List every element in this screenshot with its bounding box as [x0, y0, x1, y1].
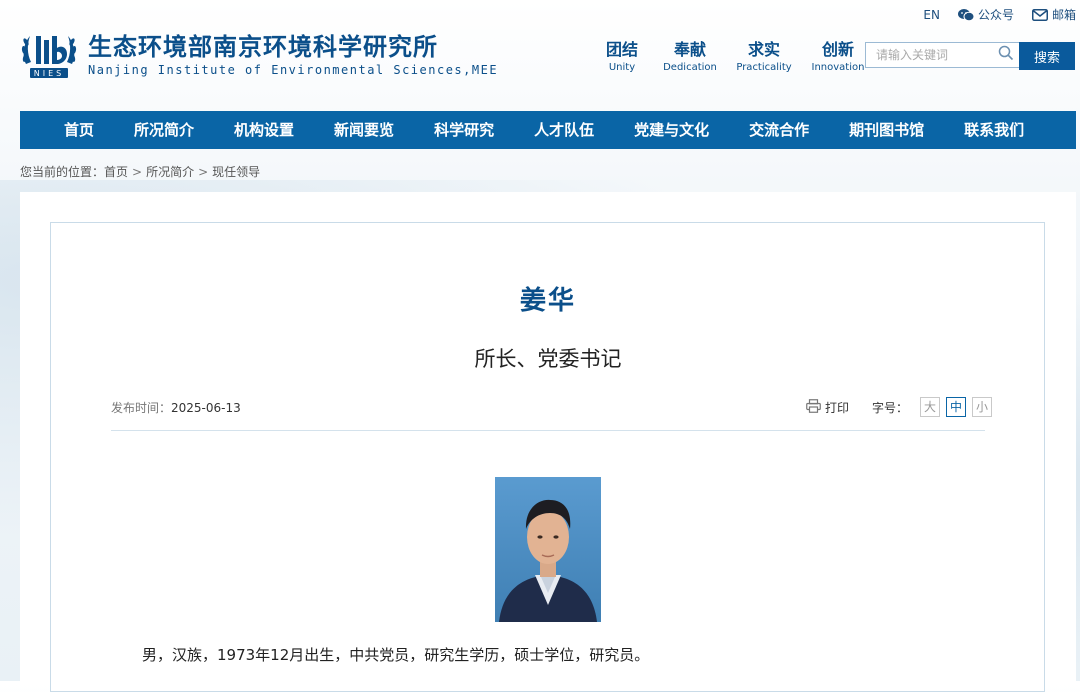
value-cn: 团结 [605, 40, 638, 59]
search-input[interactable] [874, 47, 998, 63]
font-size-control: 字号： 大 中 小 [872, 397, 993, 417]
value-innovation: 创新 Innovation [807, 40, 869, 73]
article-subtitle: 所长、党委书记 [474, 347, 622, 371]
search-icon[interactable] [998, 45, 1014, 65]
value-en: Unity [608, 62, 636, 73]
main-nav: 首页 所况简介 机构设置 新闻要览 科学研究 人才队伍 党建与文化 交流合作 期… [20, 111, 1076, 149]
print-label: 打印 [825, 401, 850, 415]
breadcrumb: 您当前的位置：首页 > 所况简介 > 现任领导 [20, 163, 260, 180]
mail-link[interactable]: 邮箱 [1031, 6, 1076, 23]
breadcrumb-current[interactable]: 现任领导 [212, 165, 260, 179]
search-box [865, 42, 1019, 68]
breadcrumb-home[interactable]: 首页 [104, 165, 128, 179]
mail-icon [1031, 8, 1048, 21]
nies-logo-icon: NIES [20, 30, 78, 80]
wechat-link[interactable]: 公众号 [957, 6, 1014, 23]
wechat-label: 公众号 [977, 8, 1014, 22]
breadcrumb-separator: > [132, 165, 143, 179]
site-title-en: Nanjing Institute of Environmental Scien… [88, 63, 499, 77]
nav-talent[interactable]: 人才队伍 [514, 111, 614, 149]
nav-research[interactable]: 科学研究 [414, 111, 514, 149]
font-size-label: 字号： [872, 400, 909, 415]
print-button[interactable]: 打印 [806, 399, 849, 416]
wechat-icon [957, 8, 974, 22]
value-cn: 奉献 [673, 40, 706, 59]
top-utility-bar: EN 公众号 邮箱 [923, 6, 1076, 23]
breadcrumb-separator: > [198, 165, 209, 179]
value-cn: 创新 [821, 40, 854, 59]
value-en: Dedication [663, 62, 717, 73]
breadcrumb-about[interactable]: 所况简介 [146, 165, 194, 179]
publish-label: 发布时间： [111, 401, 172, 415]
divider [111, 430, 985, 431]
font-size-small-button[interactable]: 小 [972, 397, 993, 417]
nav-journals-library[interactable]: 期刊图书馆 [829, 111, 944, 149]
nav-party-culture[interactable]: 党建与文化 [614, 111, 729, 149]
value-en: Innovation [811, 62, 865, 73]
value-practicality: 求实 Practicality [733, 40, 795, 73]
search-bar: 搜索 [865, 42, 1075, 70]
printer-icon [806, 399, 821, 416]
nav-home[interactable]: 首页 [20, 111, 114, 149]
search-button[interactable]: 搜索 [1019, 42, 1075, 70]
nav-news[interactable]: 新闻要览 [314, 111, 414, 149]
nav-cooperation[interactable]: 交流合作 [729, 111, 829, 149]
breadcrumb-prefix: 您当前的位置： [20, 165, 105, 179]
site-title-cn: 生态环境部南京环境科学研究所 [88, 32, 438, 61]
nav-about[interactable]: 所况简介 [114, 111, 214, 149]
font-size-large-button[interactable]: 大 [920, 397, 941, 417]
nav-organization[interactable]: 机构设置 [214, 111, 314, 149]
nav-contact[interactable]: 联系我们 [944, 111, 1044, 149]
core-values: 团结 Unity 奉献 Dedication 求实 Practicality 创… [597, 40, 869, 73]
publish-info: 发布时间：2025-06-13 [111, 399, 241, 416]
site-logo[interactable]: NIES 生态环境部南京环境科学研究所 Nanjing Institute of… [20, 30, 498, 80]
value-cn: 求实 [747, 40, 780, 59]
publish-date: 2025-06-13 [171, 401, 241, 415]
value-en: Practicality [736, 62, 792, 73]
language-switch-link[interactable]: EN [923, 8, 940, 22]
language-label: EN [923, 7, 940, 22]
font-size-medium-button[interactable]: 中 [946, 397, 967, 417]
value-unity: 团结 Unity [597, 40, 647, 73]
portrait-photo [495, 477, 601, 622]
bio-text: 男，汉族，1973年12月出生，中共党员，研究生学历，硕士学位，研究员。 [142, 646, 650, 664]
article-title: 姜华 [519, 286, 576, 316]
value-dedication: 奉献 Dedication [659, 40, 721, 73]
mail-label: 邮箱 [1051, 8, 1076, 22]
nies-badge-text: NIES [34, 69, 64, 78]
